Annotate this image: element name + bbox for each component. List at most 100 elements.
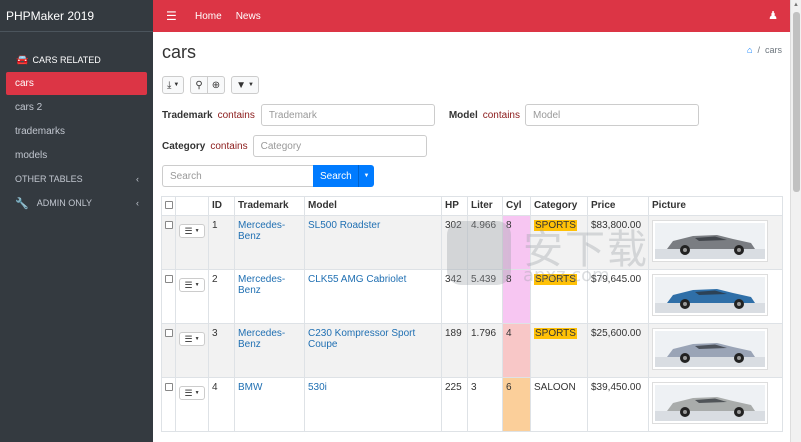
- table-row[interactable]: ☰ ▼ 1 Mercedes-Benz SL500 Roadster 302 4.966 8 S…: [161, 215, 783, 270]
- cell-price: $83,800.00: [587, 215, 649, 270]
- row-select-cell: [161, 377, 176, 432]
- export-button[interactable]: ⤓ ▼: [162, 76, 185, 94]
- category-filter-input[interactable]: Category: [252, 135, 427, 157]
- search-button[interactable]: Search: [313, 165, 358, 187]
- row-actions-button[interactable]: ☰ ▼: [179, 278, 205, 292]
- sidebar-header-cars-related[interactable]: 🚘 CARS RELATED: [0, 48, 153, 72]
- cell-hp: 342: [441, 269, 468, 324]
- row-actions-cell: ☰ ▼: [175, 269, 209, 324]
- scroll-thumb[interactable]: [793, 12, 800, 192]
- car-picture[interactable]: [652, 328, 768, 370]
- nav-link-home[interactable]: Home: [195, 11, 222, 22]
- column-header-id[interactable]: ID: [208, 196, 235, 216]
- filter-row-category: Category contains Category: [162, 135, 427, 157]
- row-actions-button[interactable]: ☰ ▼: [179, 224, 205, 238]
- search-button-group: ⚲ ⊕: [190, 76, 226, 94]
- main-content: cars ⌂ / cars ⤓ ▼ ⚲ ⊕ ▼ ▼ Trademark contai…: [153, 32, 790, 442]
- caret-down-icon: ▼: [194, 228, 200, 234]
- sidebar-section-admin-only[interactable]: 🔧 ADMIN ONLY ‹: [0, 191, 153, 215]
- page-scrollbar[interactable]: ▲: [790, 0, 801, 442]
- table-row[interactable]: ☰ ▼ 2 Mercedes-Benz CLK55 AMG Cabriolet 342 5.…: [161, 269, 783, 324]
- model-link[interactable]: 530i: [308, 382, 327, 393]
- trademark-filter-input[interactable]: Trademark: [260, 104, 435, 126]
- table-row[interactable]: ☰ ▼ 4 BMW 530i 225 3 6 SALOON $39,450.00: [161, 377, 783, 432]
- cell-price: $25,600.00: [587, 323, 649, 378]
- column-header-cyl[interactable]: Cyl: [502, 196, 531, 216]
- car-picture[interactable]: [652, 274, 768, 316]
- car-picture[interactable]: [652, 220, 768, 262]
- cell-picture: [648, 269, 783, 324]
- breadcrumb-separator: /: [757, 45, 760, 55]
- caret-down-icon: ▼: [194, 282, 200, 288]
- trademark-link[interactable]: Mercedes-Benz: [238, 220, 285, 242]
- filter-row-trademark: Trademark contains Trademark Model conta…: [162, 104, 699, 126]
- row-checkbox[interactable]: [165, 275, 173, 283]
- caret-down-icon: ▼: [173, 82, 180, 88]
- select-all-checkbox[interactable]: [165, 201, 173, 209]
- sidebar-item-cars-2[interactable]: cars 2: [6, 96, 147, 119]
- row-actions-cell: ☰ ▼: [175, 377, 209, 432]
- caret-down-icon: ▼: [194, 390, 200, 396]
- row-actions-button[interactable]: ☰ ▼: [179, 386, 205, 400]
- search-icon: ⚲: [195, 79, 203, 91]
- cell-picture: [648, 323, 783, 378]
- scroll-up-arrow-icon[interactable]: ▲: [793, 2, 799, 8]
- home-icon[interactable]: ⌂: [747, 45, 752, 55]
- cell-id: 3: [208, 323, 235, 378]
- row-checkbox[interactable]: [165, 383, 173, 391]
- car-image: [655, 277, 765, 313]
- search-options-dropdown[interactable]: ▼: [358, 165, 374, 187]
- model-link[interactable]: C230 Kompressor Sport Coupe: [308, 328, 415, 350]
- row-actions-button[interactable]: ☰ ▼: [179, 332, 205, 346]
- row-checkbox[interactable]: [165, 221, 173, 229]
- sidebar-section-left: 🔧 ADMIN ONLY: [15, 197, 92, 210]
- table-row[interactable]: ☰ ▼ 3 Mercedes-Benz C230 Kompressor Sport Co…: [161, 323, 783, 378]
- model-link[interactable]: CLK55 AMG Cabriolet: [308, 274, 406, 285]
- cell-hp: 189: [441, 323, 468, 378]
- cell-price: $39,450.00: [587, 377, 649, 432]
- sidebar-item-cars[interactable]: cars: [6, 72, 147, 95]
- nav-link-news[interactable]: News: [236, 11, 261, 22]
- user-icon[interactable]: ♟: [768, 9, 778, 22]
- cell-picture: [648, 377, 783, 432]
- search-panel-button[interactable]: ⚲: [190, 76, 208, 94]
- cell-category: SPORTS: [530, 323, 588, 378]
- car-picture[interactable]: [652, 382, 768, 424]
- zoom-in-icon: ⊕: [211, 79, 221, 91]
- column-header-liter[interactable]: Liter: [467, 196, 503, 216]
- model-filter-input[interactable]: Model: [524, 104, 699, 126]
- sidebar-item-models[interactable]: models: [6, 144, 147, 167]
- column-header-model[interactable]: Model: [304, 196, 442, 216]
- trademark-link[interactable]: BMW: [238, 382, 262, 393]
- app-title[interactable]: PHPMaker 2019: [0, 0, 153, 32]
- car-image: [655, 331, 765, 367]
- filter-button[interactable]: ▼ ▼: [231, 76, 259, 94]
- sidebar-item-trademarks[interactable]: trademarks: [6, 120, 147, 143]
- cell-hp: 302: [441, 215, 468, 270]
- trademark-link[interactable]: Mercedes-Benz: [238, 274, 285, 296]
- car-icon: 🚘: [16, 54, 29, 66]
- row-checkbox[interactable]: [165, 329, 173, 337]
- advanced-search-button[interactable]: ⊕: [207, 76, 226, 94]
- model-link[interactable]: SL500 Roadster: [308, 220, 380, 231]
- column-header-category[interactable]: Category: [530, 196, 588, 216]
- sidebar-section-other-tables[interactable]: OTHER TABLES ‹: [0, 167, 153, 191]
- cell-cyl: 8: [502, 269, 531, 324]
- column-header-price[interactable]: Price: [587, 196, 649, 216]
- row-select-cell: [161, 269, 176, 324]
- column-header-picture[interactable]: Picture: [648, 196, 783, 216]
- search-input[interactable]: Search: [162, 165, 313, 187]
- column-header-hp[interactable]: HP: [441, 196, 468, 216]
- trademark-link[interactable]: Mercedes-Benz: [238, 328, 285, 350]
- cell-category: SALOON: [530, 377, 588, 432]
- cell-liter: 1.796: [467, 323, 503, 378]
- top-navbar: ☰ Home News ♟: [153, 0, 790, 32]
- cell-trademark: Mercedes-Benz: [234, 323, 305, 378]
- row-select-cell: [161, 323, 176, 378]
- list-toolbar: ⤓ ▼ ⚲ ⊕ ▼ ▼: [162, 76, 259, 94]
- column-header-trademark[interactable]: Trademark: [234, 196, 305, 216]
- quick-search: Search Search ▼: [162, 165, 374, 187]
- cell-category: SPORTS: [530, 269, 588, 324]
- row-select-cell: [161, 215, 176, 270]
- hamburger-icon[interactable]: ☰: [166, 9, 180, 23]
